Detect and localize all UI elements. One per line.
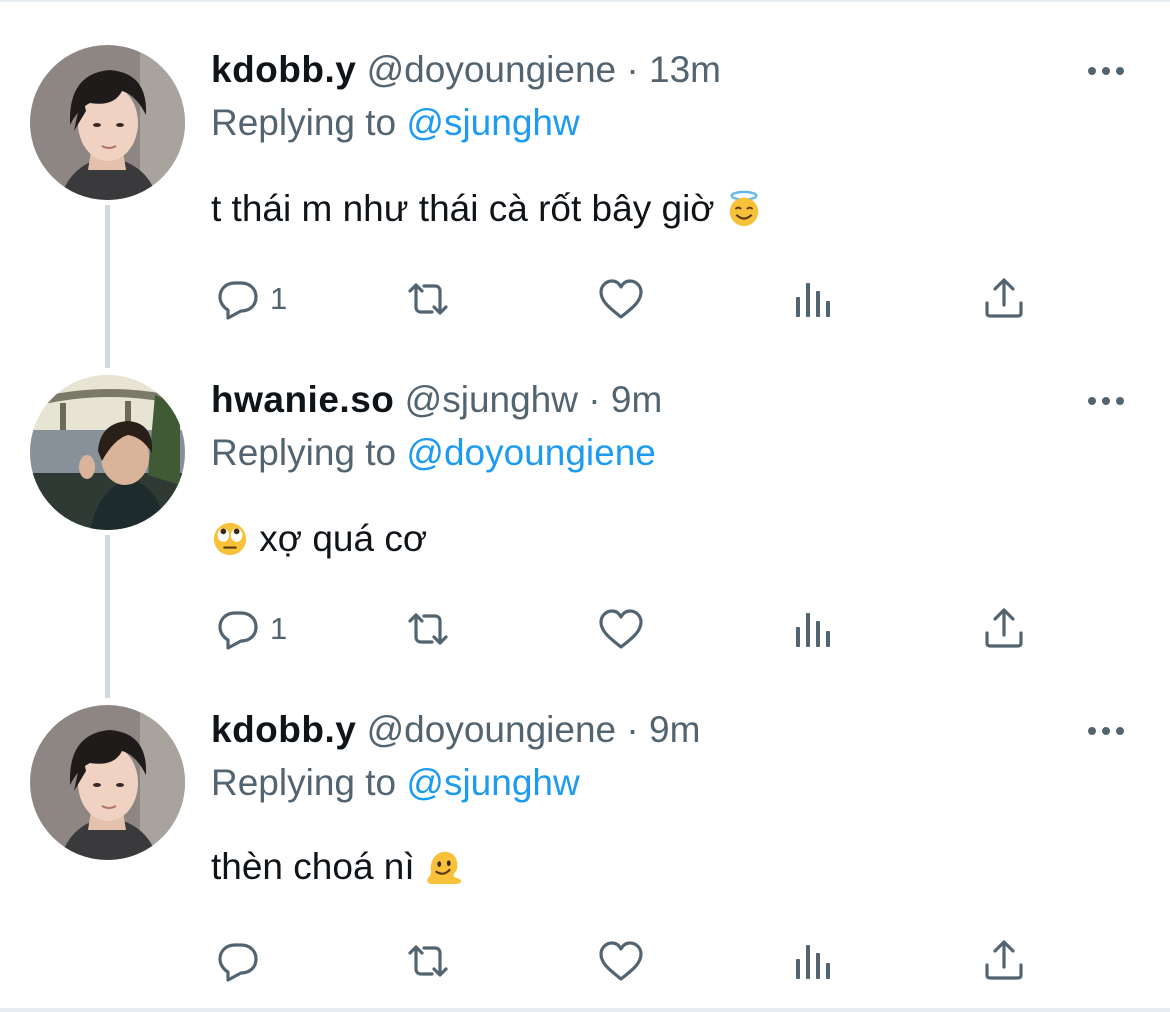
views-button[interactable] [790, 936, 838, 986]
reply-button[interactable] [214, 936, 270, 986]
melting-face-icon [427, 851, 462, 885]
tweet-text: t thái m như thái cà rốt bây giờ [211, 184, 763, 234]
replying-to-label: Replying to [211, 102, 397, 143]
reply-icon [218, 281, 258, 320]
replying-to: Replying to @doyoungiene [211, 429, 656, 477]
share-icon [985, 278, 1023, 318]
display-name[interactable]: kdobb.y [211, 709, 356, 750]
replying-to: Replying to @sjunghw [211, 99, 580, 147]
share-icon [985, 940, 1023, 980]
avatar[interactable] [30, 705, 185, 860]
bottom-divider [0, 1008, 1170, 1012]
tweet[interactable]: kdobb.y @doyoungiene · 9m Replying to @s… [0, 680, 1170, 1006]
avatar[interactable] [30, 375, 185, 530]
views-button[interactable] [790, 604, 838, 654]
face-with-rolling-eyes-icon [213, 522, 247, 556]
tweet-header: hwanie.so @sjunghw · 9m [211, 375, 662, 425]
tweet-header: kdobb.y @doyoungiene · 13m [211, 45, 721, 95]
retweet-icon [408, 945, 448, 977]
like-icon [599, 609, 643, 649]
tweet-text-content: xợ quá cơ [259, 518, 428, 559]
timestamp[interactable]: 13m [649, 49, 721, 90]
retweet-icon [408, 283, 448, 315]
timestamp[interactable]: 9m [649, 709, 700, 750]
reply-icon [218, 611, 258, 650]
retweet-icon [408, 613, 448, 645]
tweet-header: kdobb.y @doyoungiene · 9m [211, 705, 700, 755]
mention-link[interactable]: @sjunghw [406, 102, 579, 143]
views-button[interactable] [790, 274, 838, 324]
avatar[interactable] [30, 45, 185, 200]
reply-count: 1 [270, 281, 288, 316]
share-button[interactable] [980, 274, 1028, 324]
timestamp[interactable]: 9m [611, 379, 662, 420]
reply-button[interactable]: 1 [214, 274, 287, 324]
retweet-button[interactable] [404, 604, 452, 654]
share-button[interactable] [980, 604, 1028, 654]
tweet-actions: 1 [0, 274, 1170, 324]
tweet-text: xợ quá cơ [211, 514, 427, 564]
like-button[interactable] [597, 936, 645, 986]
separator-dot: · [626, 709, 639, 750]
separator-dot: · [626, 49, 639, 90]
display-name[interactable]: hwanie.so [211, 379, 394, 420]
reply-count: 1 [270, 611, 288, 646]
display-name[interactable]: kdobb.y [211, 49, 356, 90]
share-button[interactable] [980, 936, 1028, 986]
like-button[interactable] [597, 604, 645, 654]
reply-button[interactable]: 1 [214, 604, 287, 654]
separator-dot: · [588, 379, 601, 420]
tweet[interactable]: hwanie.so @sjunghw · 9m Replying to @doy… [0, 350, 1170, 680]
smiling-face-with-halo-icon [729, 190, 759, 227]
views-icon [796, 945, 830, 979]
share-icon [985, 608, 1023, 648]
reply-icon [218, 943, 258, 982]
replying-to: Replying to @sjunghw [211, 759, 580, 807]
like-icon [599, 279, 643, 319]
user-handle[interactable]: @doyoungiene [367, 709, 616, 750]
mention-link[interactable]: @doyoungiene [406, 432, 655, 473]
replying-to-label: Replying to [211, 762, 397, 803]
tweet-text: thèn choá nì [211, 842, 463, 892]
tweet-actions [0, 936, 1170, 986]
tweet-text-content: thèn choá nì [211, 846, 415, 887]
more-icon[interactable] [1086, 64, 1126, 78]
views-icon [796, 613, 830, 647]
mention-link[interactable]: @sjunghw [406, 762, 579, 803]
user-handle[interactable]: @sjunghw [405, 379, 578, 420]
tweet-actions: 1 [0, 604, 1170, 654]
retweet-button[interactable] [404, 936, 452, 986]
tweet-text-content: t thái m như thái cà rốt bây giờ [211, 188, 715, 229]
more-icon[interactable] [1086, 394, 1126, 408]
like-button[interactable] [597, 274, 645, 324]
user-handle[interactable]: @doyoungiene [367, 49, 616, 90]
tweet[interactable]: kdobb.y @doyoungiene · 13m Replying to @… [0, 0, 1170, 350]
replying-to-label: Replying to [211, 432, 397, 473]
views-icon [796, 283, 830, 317]
more-icon[interactable] [1086, 724, 1126, 738]
like-icon [599, 941, 643, 981]
retweet-button[interactable] [404, 274, 452, 324]
